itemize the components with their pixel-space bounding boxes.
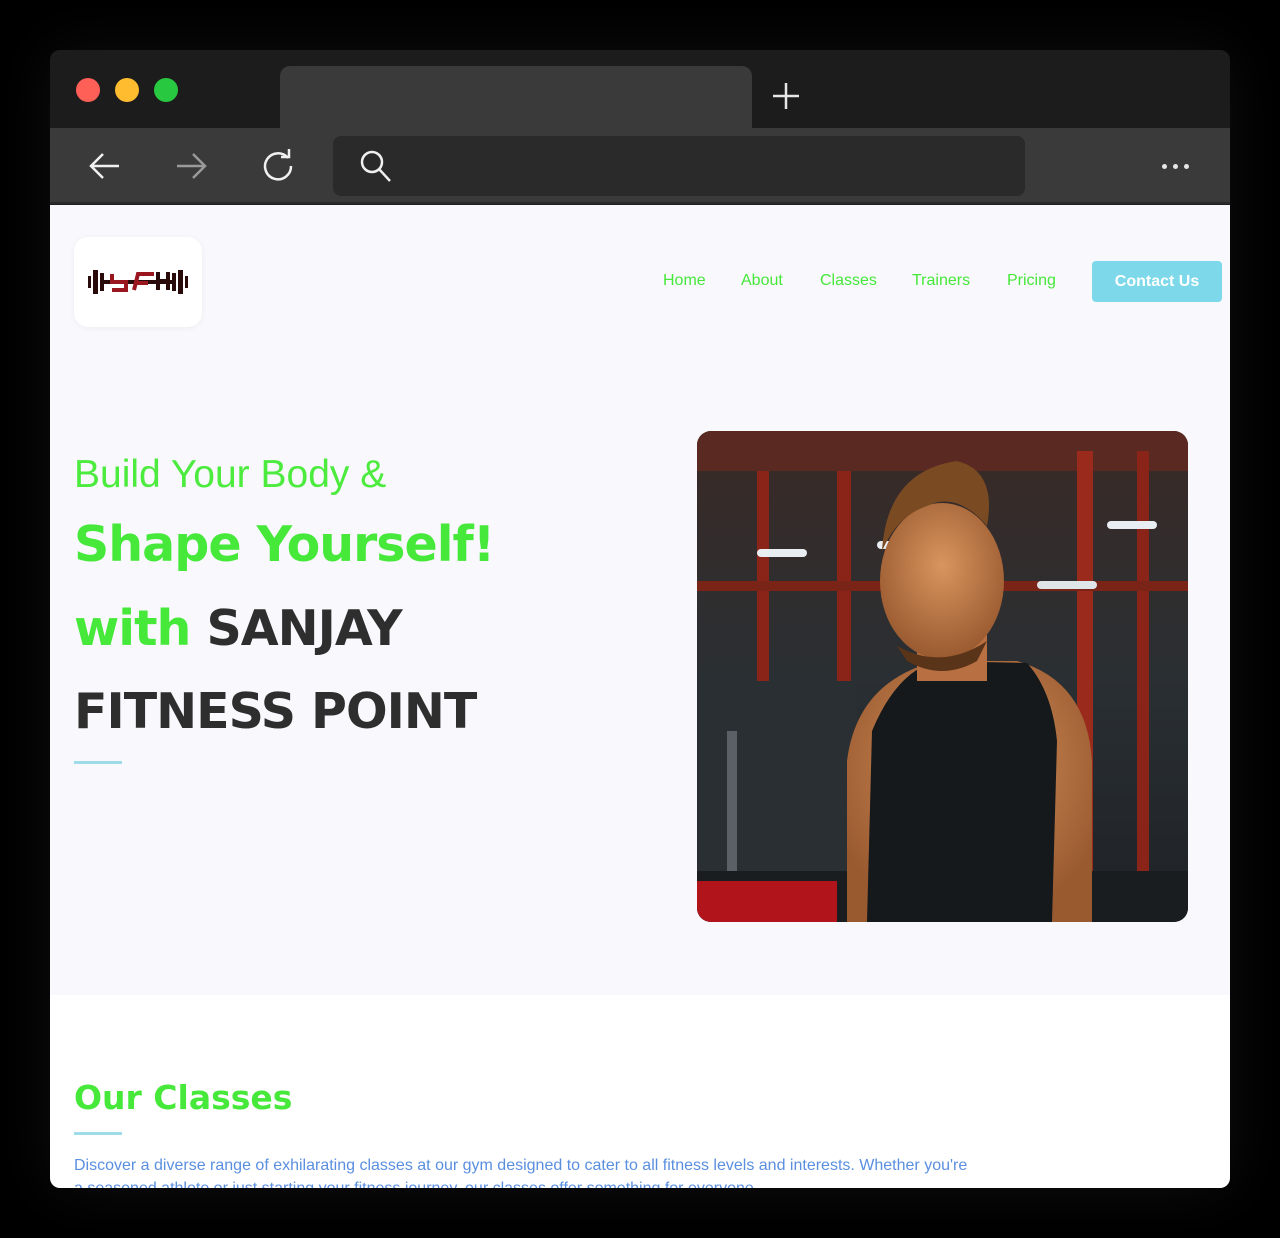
hero-section: Home About Classes Trainers Pricing Cont…: [50, 205, 1230, 995]
classes-divider: [74, 1132, 122, 1135]
nav-link-about[interactable]: About: [741, 272, 783, 290]
forward-arrow-icon[interactable]: [171, 146, 211, 186]
classes-description: Discover a diverse range of exhilarating…: [74, 1157, 968, 1188]
hero-headline: Shape Yourself!: [74, 516, 495, 573]
new-tab-icon[interactable]: [768, 78, 804, 114]
search-icon: [357, 148, 393, 188]
address-bar[interactable]: [333, 136, 1025, 196]
nav-link-classes[interactable]: Classes: [820, 272, 877, 290]
reload-icon[interactable]: [258, 146, 298, 186]
classes-heading: Our Classes: [74, 1078, 293, 1117]
hero-brand-suffix: FITNESS POINT: [74, 683, 477, 740]
browser-toolbar: [50, 128, 1230, 204]
nav-link-pricing[interactable]: Pricing: [1007, 272, 1056, 290]
hero-subtitle: Build Your Body &: [74, 453, 387, 496]
close-window-button[interactable]: [76, 78, 100, 102]
contact-us-button[interactable]: Contact Us: [1092, 261, 1222, 302]
hero-brand-name: SANJAY: [206, 600, 402, 657]
hero-trainer-image: [697, 431, 1188, 922]
tab-strip: [50, 50, 1230, 128]
hero-with-text: with: [74, 600, 191, 657]
minimize-window-button[interactable]: [115, 78, 139, 102]
hero-divider: [74, 761, 122, 764]
site-logo[interactable]: [74, 237, 202, 327]
browser-window: Home About Classes Trainers Pricing Cont…: [50, 50, 1230, 1188]
active-tab[interactable]: [280, 66, 752, 128]
more-options-icon[interactable]: [1150, 148, 1200, 184]
hero-brand-line: with SANJAY: [74, 600, 403, 657]
maximize-window-button[interactable]: [154, 78, 178, 102]
dumbbell-logo-icon: [88, 270, 188, 294]
page-viewport: Home About Classes Trainers Pricing Cont…: [50, 205, 1230, 1188]
back-arrow-icon[interactable]: [85, 146, 125, 186]
nav-link-trainers[interactable]: Trainers: [912, 272, 970, 290]
nav-link-home[interactable]: Home: [663, 272, 706, 290]
